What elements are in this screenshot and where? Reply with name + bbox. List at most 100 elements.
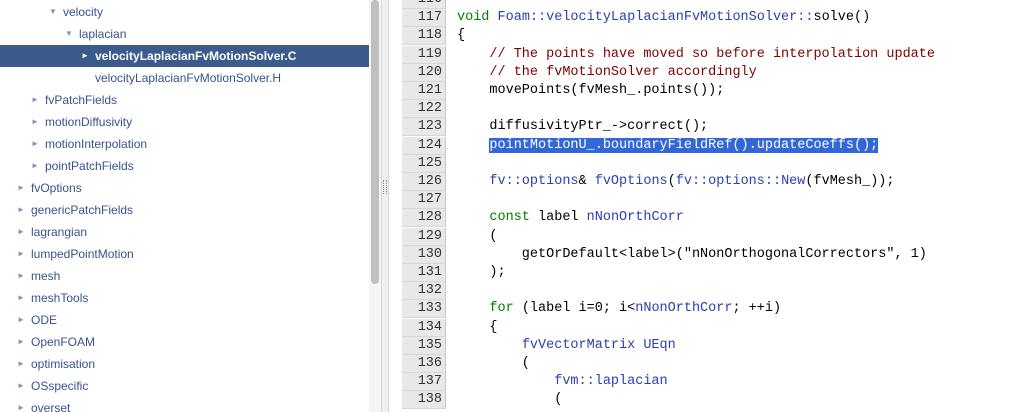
collapsed-arrow-icon[interactable]: ► <box>30 89 40 111</box>
tree-item[interactable]: ► genericPatchFields <box>0 199 369 221</box>
code-text[interactable]: ); <box>457 264 505 282</box>
collapsed-arrow-icon[interactable]: ► <box>16 265 26 287</box>
tree-item[interactable]: ► ODE <box>0 309 369 331</box>
code-text[interactable]: for (label i=0; i<nNonOrthCorr; ++i) <box>457 300 781 318</box>
tree-item[interactable]: velocityLaplacianFvMotionSolver.H <box>0 67 369 89</box>
tree-item[interactable]: ► pointPatchFields <box>0 155 369 177</box>
line-number[interactable]: 132 <box>402 282 446 300</box>
code-line: 131 ); <box>402 264 1026 282</box>
collapsed-arrow-icon[interactable]: ► <box>16 221 26 243</box>
line-number[interactable]: 135 <box>402 337 446 355</box>
collapsed-arrow-icon[interactable]: ► <box>16 243 26 265</box>
collapsed-arrow-icon[interactable]: ► <box>16 397 26 412</box>
code-text[interactable]: pointMotionU_.boundaryFieldRef().updateC… <box>457 137 879 155</box>
tree-item[interactable]: ► optimisation <box>0 353 369 375</box>
tree-item[interactable]: ▼ velocity <box>0 1 369 23</box>
line-number[interactable]: 130 <box>402 246 446 264</box>
expanded-arrow-icon[interactable]: ▼ <box>48 1 58 23</box>
code-text[interactable]: void Foam::velocityLaplacianFvMotionSolv… <box>457 9 870 27</box>
collapsed-arrow-icon[interactable]: ► <box>80 45 90 67</box>
line-number[interactable]: 125 <box>402 155 446 173</box>
code-token: solve() <box>813 10 871 25</box>
tree-item-label: fvPatchFields <box>45 93 118 107</box>
code-text[interactable]: { <box>457 27 465 45</box>
code-text[interactable]: diffusivityPtr_->correct(); <box>457 118 708 136</box>
splitter-grip-icon[interactable] <box>383 180 387 194</box>
line-number[interactable]: 137 <box>402 373 446 391</box>
line-number[interactable]: 127 <box>402 191 446 209</box>
code-line: 125 <box>402 155 1026 173</box>
tree-scrollbar-thumb[interactable] <box>371 0 379 284</box>
code-text[interactable]: // the fvMotionSolver accordingly <box>457 64 756 82</box>
collapsed-arrow-icon[interactable]: ► <box>16 353 26 375</box>
code-text[interactable]: fvVectorMatrix UEqn <box>457 337 676 355</box>
line-number[interactable]: 121 <box>402 82 446 100</box>
code-token: const <box>489 210 530 225</box>
code-text[interactable]: fvm::laplacian <box>457 373 668 391</box>
code-token: nNonOrthCorr <box>635 301 733 316</box>
collapsed-arrow-icon[interactable]: ► <box>16 309 26 331</box>
code-token: { <box>457 320 498 335</box>
line-number[interactable]: 133 <box>402 300 446 318</box>
code-line: 132 <box>402 282 1026 300</box>
tree-item[interactable]: ► mesh <box>0 265 369 287</box>
expanded-arrow-icon[interactable]: ▼ <box>64 23 74 45</box>
line-number[interactable]: 120 <box>402 64 446 82</box>
code-token: (label i=0; i< <box>513 301 636 316</box>
tree-item[interactable]: ► motionInterpolation <box>0 133 369 155</box>
code-text[interactable]: // The points have moved so before inter… <box>457 46 935 64</box>
line-number[interactable]: 126 <box>402 173 446 191</box>
tree-item[interactable]: ► motionDiffusivity <box>0 111 369 133</box>
collapsed-arrow-icon[interactable]: ► <box>30 155 40 177</box>
line-number[interactable]: 129 <box>402 228 446 246</box>
collapsed-arrow-icon[interactable]: ► <box>16 287 26 309</box>
tree-item[interactable]: ► velocityLaplacianFvMotionSolver.C <box>0 45 369 67</box>
collapsed-arrow-icon[interactable]: ► <box>16 331 26 353</box>
line-number[interactable]: 124 <box>402 137 446 155</box>
collapsed-arrow-icon[interactable]: ► <box>30 133 40 155</box>
line-number[interactable]: 128 <box>402 209 446 227</box>
code-token: nNonOrthCorr <box>586 210 684 225</box>
tree-item[interactable]: ► fvPatchFields <box>0 89 369 111</box>
code-text[interactable]: { <box>457 319 498 337</box>
tree-item[interactable]: ► overset <box>0 397 369 412</box>
code-token: fvm::laplacian <box>554 374 668 389</box>
code-token: ( <box>457 356 530 371</box>
line-number[interactable]: 116 <box>402 0 446 9</box>
line-number[interactable]: 136 <box>402 355 446 373</box>
collapsed-arrow-icon[interactable]: ► <box>16 375 26 397</box>
code-text[interactable]: const label nNonOrthCorr <box>457 209 684 227</box>
tree-item[interactable]: ► OSspecific <box>0 375 369 397</box>
code-text[interactable]: getOrDefault<label>("nNonOrthogonalCorre… <box>457 246 927 264</box>
line-number[interactable]: 123 <box>402 118 446 136</box>
code-text[interactable]: ( <box>457 228 497 246</box>
tree-item[interactable]: ► OpenFOAM <box>0 331 369 353</box>
tree-item[interactable]: ► fvOptions <box>0 177 369 199</box>
line-number[interactable]: 122 <box>402 100 446 118</box>
line-number[interactable]: 119 <box>402 46 446 64</box>
code-token: fv::options::New <box>675 174 806 189</box>
collapsed-arrow-icon[interactable]: ► <box>30 111 40 133</box>
line-number[interactable]: 118 <box>402 27 446 45</box>
pane-splitter[interactable] <box>381 0 389 412</box>
line-number[interactable]: 131 <box>402 264 446 282</box>
collapsed-arrow-icon[interactable]: ► <box>16 199 26 221</box>
tree-item[interactable]: ► lumpedPointMotion <box>0 243 369 265</box>
collapsed-arrow-icon[interactable]: ► <box>16 177 26 199</box>
tree-item-label: meshTools <box>31 291 89 305</box>
code-text[interactable]: ( <box>457 355 530 373</box>
tree-item[interactable]: ► lagrangian <box>0 221 369 243</box>
line-number[interactable]: 117 <box>402 9 446 27</box>
tree-item[interactable]: ▼ laplacian <box>0 23 369 45</box>
code-token: diffusivityPtr_->correct(); <box>457 119 709 134</box>
line-number[interactable]: 138 <box>402 391 446 409</box>
code-text[interactable]: fv::options& fvOptions(fv::options::New(… <box>457 173 894 191</box>
code-text[interactable]: ( <box>457 391 562 409</box>
line-number[interactable]: 134 <box>402 319 446 337</box>
code-token: fv::options <box>489 174 579 189</box>
tree-item[interactable]: ► meshTools <box>0 287 369 309</box>
code-line: 126 fv::options& fvOptions(fv::options::… <box>402 173 1026 191</box>
code-text[interactable]: movePoints(fvMesh_.points()); <box>457 82 724 100</box>
code-token: ( <box>667 174 676 189</box>
